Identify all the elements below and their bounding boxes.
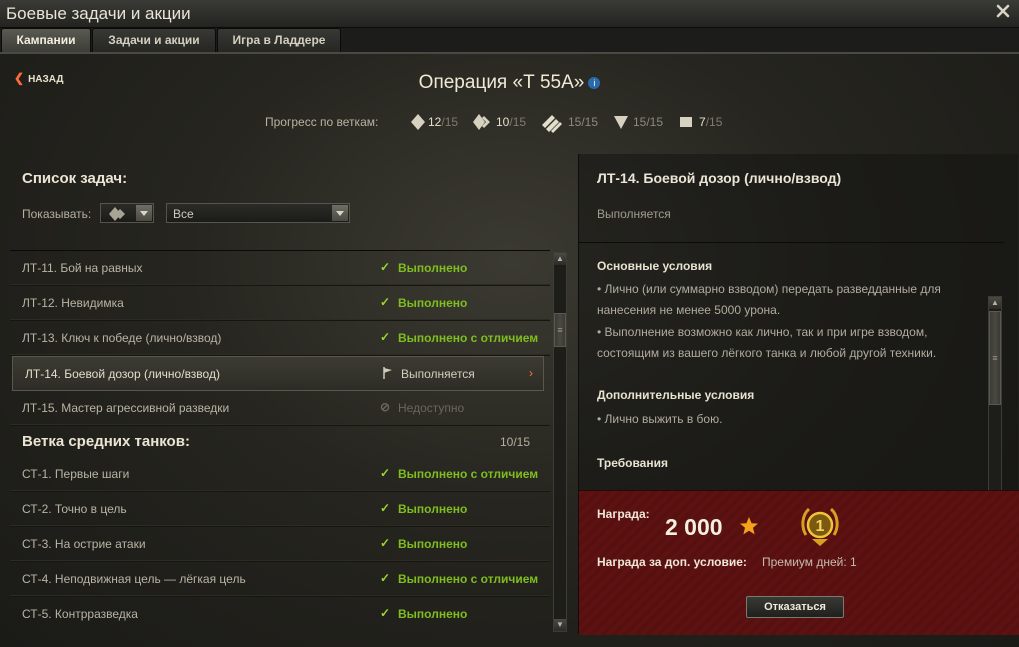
reward-value: 2 000 bbox=[665, 514, 723, 540]
check-icon: ✓ bbox=[380, 330, 391, 344]
light-tank-icon bbox=[411, 114, 425, 130]
main-condition-1: • Лично (или суммарно взводом) передать … bbox=[597, 282, 941, 317]
check-icon: ✓ bbox=[380, 466, 391, 480]
task-details-status: Выполняется bbox=[597, 207, 671, 221]
operation-title: Операция «Т 55А» i bbox=[0, 72, 1019, 94]
check-icon: ✓ bbox=[380, 536, 391, 550]
extra-reward-value: Премиум дней: 1 bbox=[762, 555, 857, 569]
chevron-right-icon: › bbox=[529, 366, 533, 380]
flag-icon bbox=[383, 367, 392, 379]
tank-destroyer-icon bbox=[614, 116, 628, 129]
scroll-thumb[interactable]: ≡ bbox=[989, 311, 1001, 405]
task-row[interactable]: ЛТ-15. Мастер агрессивной разведки ⊘ Недос… bbox=[10, 391, 550, 426]
task-list-heading: Список задач: bbox=[22, 170, 128, 187]
requirements-title: Требования bbox=[597, 456, 668, 470]
chevron-down-icon bbox=[136, 205, 152, 221]
status-filter-value: Все bbox=[173, 207, 194, 221]
star-icon bbox=[740, 517, 758, 535]
chevron-down-icon bbox=[332, 205, 348, 221]
window-titlebar: Боевые задачи и акции bbox=[0, 0, 1019, 28]
check-icon: ✓ bbox=[380, 260, 391, 274]
extra-reward-label: Награда за доп. условие: bbox=[597, 555, 747, 569]
task-list: ЛТ-11. Бой на равных ✓ Выполнено ЛТ-12. Не… bbox=[10, 250, 550, 626]
tab-bar: Кампании Задачи и акции Игра в Ладдере bbox=[0, 28, 1019, 52]
task-row[interactable]: ЛТ-12. Невидимка ✓ Выполнено bbox=[10, 286, 550, 321]
scroll-down-icon[interactable]: ▼ bbox=[554, 619, 566, 631]
task-list-scrollbar[interactable]: ▲ ≡ ▼ bbox=[553, 252, 567, 632]
main-conditions-title: Основные условия bbox=[597, 259, 713, 273]
tab-ladder[interactable]: Игра в Ладдере bbox=[217, 28, 341, 52]
spg-icon bbox=[680, 117, 692, 127]
check-icon: ✓ bbox=[380, 606, 391, 620]
close-icon[interactable] bbox=[995, 3, 1011, 19]
reward-panel: Награда: 2 000 1 Награда за доп. условие… bbox=[579, 490, 1019, 635]
svg-text:1: 1 bbox=[816, 518, 825, 535]
refuse-button[interactable]: Отказаться bbox=[746, 596, 844, 618]
filter-label: Показывать: bbox=[22, 207, 92, 221]
task-details-panel: ЛТ-14. Боевой дозор (лично/взвод) Выполн… bbox=[578, 154, 1019, 635]
operation-title-text: Операция «Т 55А» bbox=[418, 72, 585, 93]
info-icon[interactable]: i bbox=[588, 76, 601, 89]
scroll-up-icon[interactable]: ▲ bbox=[989, 297, 1001, 309]
main-area: ❮ НАЗАД Операция «Т 55А» i Прогресс по вет… bbox=[0, 52, 1019, 647]
medium-tank-icon bbox=[473, 114, 490, 130]
vehicle-type-dropdown[interactable] bbox=[100, 203, 154, 223]
scroll-thumb[interactable]: ≡ bbox=[554, 313, 566, 347]
main-condition-2: • Выполнение возможно как лично, так и п… bbox=[597, 325, 937, 360]
task-row[interactable]: СТ-1. Первые шаги ✓ Выполнено с отличием bbox=[10, 457, 550, 492]
task-list-panel: Список задач: Показывать: Все ЛТ-11. Бой… bbox=[10, 154, 576, 634]
task-row[interactable]: СТ-4. Неподвижная цель — лёгкая цель ✓ Вып… bbox=[10, 562, 550, 597]
medium-tank-icon bbox=[109, 207, 125, 221]
check-icon: ✓ bbox=[380, 571, 391, 585]
task-row-selected[interactable]: ЛТ-14. Боевой дозор (лично/взвод) Выполн… bbox=[12, 356, 544, 391]
section-title-medium-tanks: Ветка средних танков: bbox=[22, 433, 190, 450]
section-count: 10/15 bbox=[499, 435, 530, 449]
check-icon: ✓ bbox=[380, 295, 391, 309]
task-conditions: Основные условия • Лично (или суммарно в… bbox=[579, 242, 1004, 492]
tab-campaigns[interactable]: Кампании bbox=[1, 28, 91, 52]
reward-label: Награда: bbox=[597, 507, 650, 521]
task-row[interactable]: ЛТ-11. Бой на равных ✓ Выполнено bbox=[10, 251, 550, 286]
extra-conditions-title: Дополнительные условия bbox=[597, 388, 755, 402]
window-title: Боевые задачи и акции bbox=[6, 4, 191, 23]
extra-condition: • Лично выжить в бою. bbox=[597, 412, 723, 426]
heavy-tank-icon bbox=[542, 115, 562, 133]
lock-icon: ⊘ bbox=[380, 400, 391, 414]
task-row[interactable]: СТ-2. Точно в цель ✓ Выполнено bbox=[10, 492, 550, 527]
status-filter-dropdown[interactable]: Все bbox=[166, 203, 350, 223]
task-row[interactable]: ЛТ-13. Ключ к победе (лично/взвод) ✓ Выпол… bbox=[10, 321, 550, 356]
check-icon: ✓ bbox=[380, 501, 391, 515]
tab-tasks-and-events[interactable]: Задачи и акции bbox=[92, 28, 216, 52]
medal-icon: 1 bbox=[801, 507, 839, 546]
progress-label: Прогресс по веткам: bbox=[265, 115, 379, 129]
scroll-up-icon[interactable]: ▲ bbox=[554, 253, 566, 265]
task-row[interactable]: СТ-3. На острие атаки ✓ Выполнено bbox=[10, 527, 550, 562]
task-row[interactable]: СТ-5. Контрразведка ✓ Выполнено bbox=[10, 597, 550, 626]
task-details-title: ЛТ-14. Боевой дозор (лично/взвод) bbox=[597, 170, 842, 186]
